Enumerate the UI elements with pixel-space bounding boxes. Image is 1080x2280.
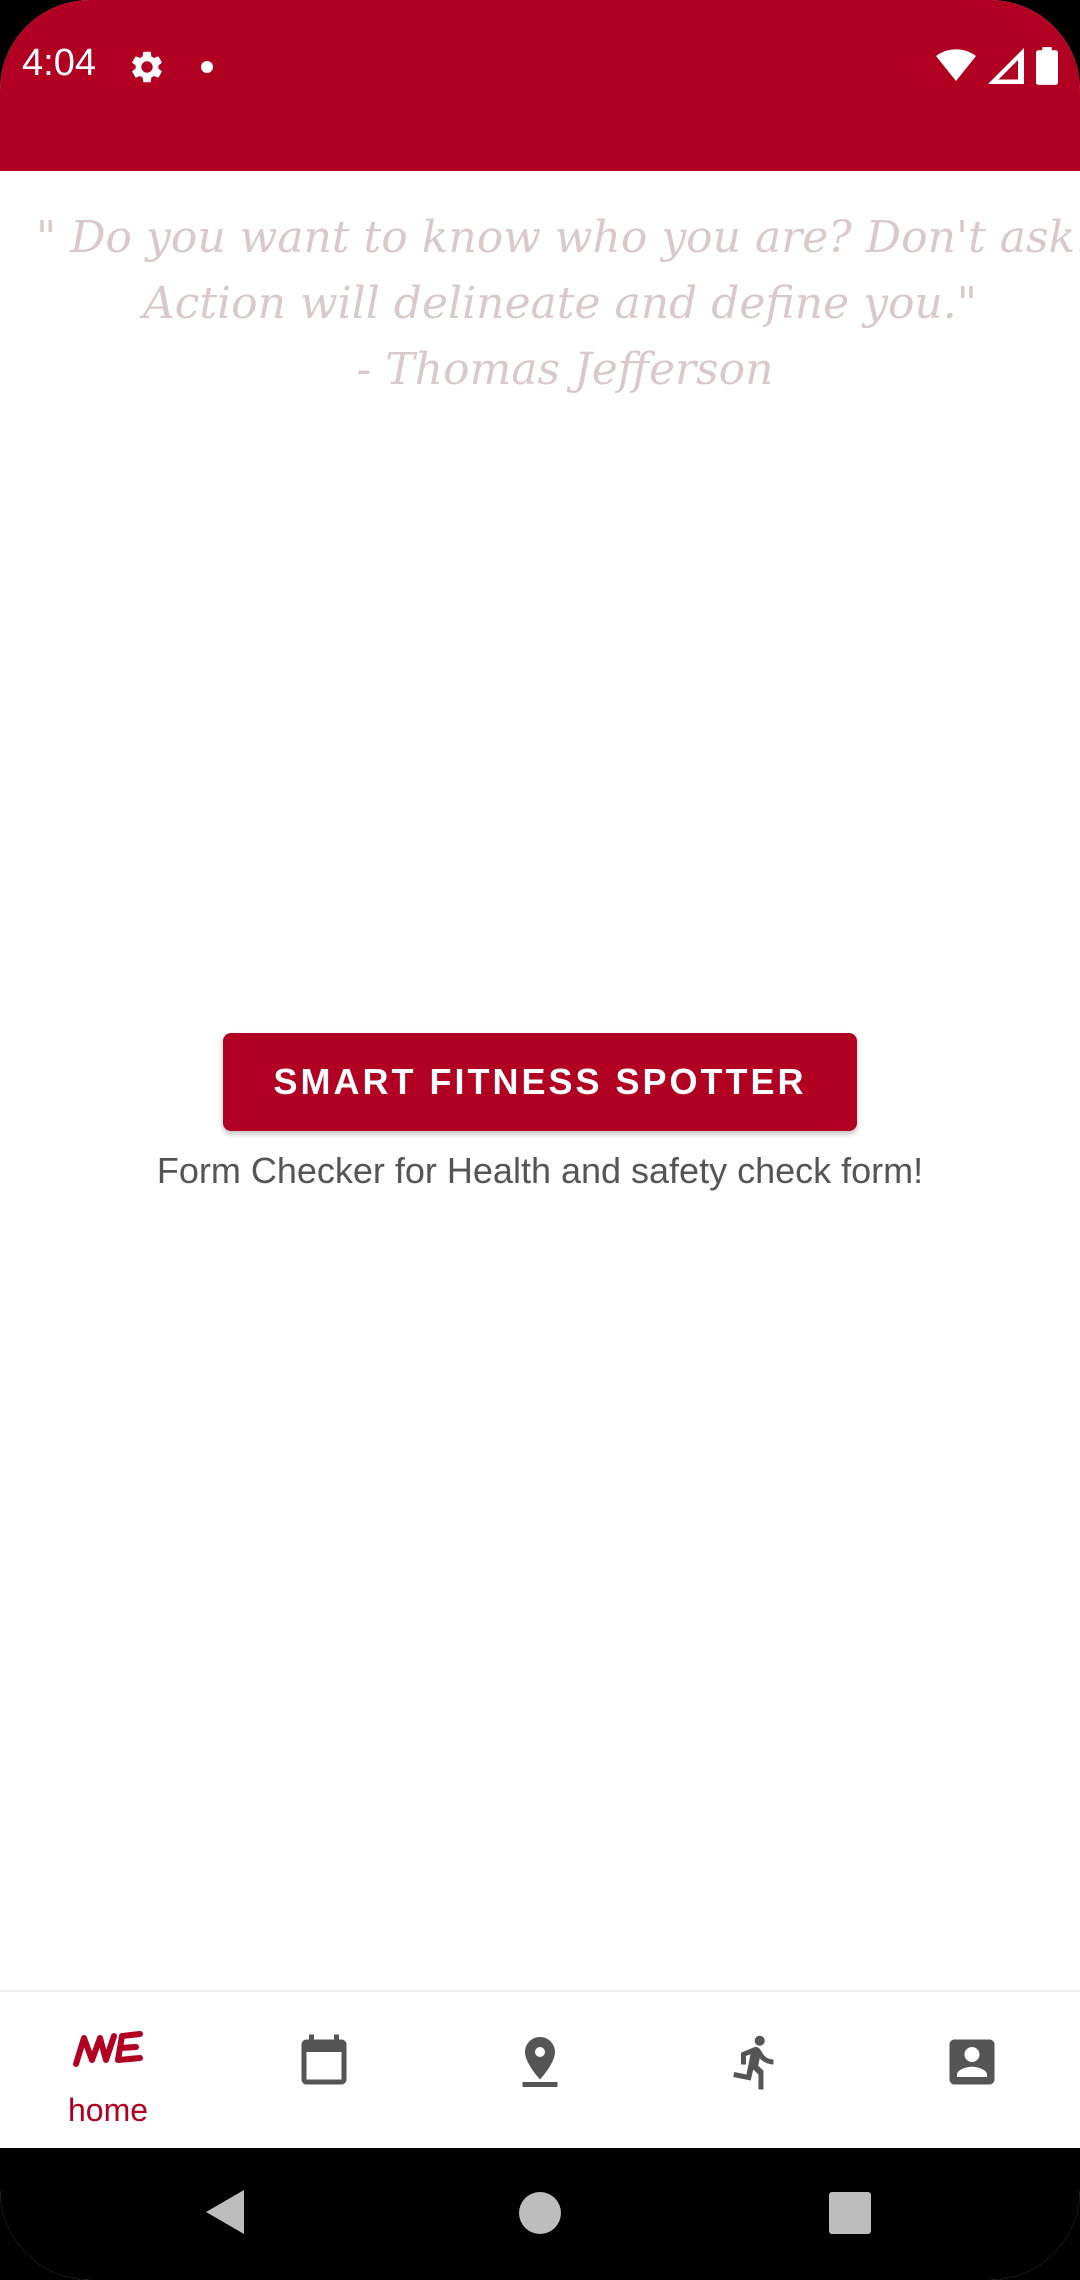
quote-line-2: Action will delineate and define you." [142,278,978,329]
nav-item-calendar[interactable] [216,1992,432,2150]
quote-author: - Thomas Jefferson [356,344,774,395]
running-person-icon [733,2035,774,2090]
gear-icon [132,51,162,83]
system-navigation-bar [0,2148,1080,2280]
signal-icon [988,48,1024,84]
recents-square-icon[interactable] [829,2192,871,2234]
app-top-bar: 4:04 [0,0,1080,171]
smart-fitness-spotter-button[interactable]: SMART FITNESS SPOTTER [223,1033,857,1131]
nav-item-workout[interactable] [648,1992,864,2150]
nav-item-home[interactable]: home [0,1992,216,2150]
motivational-quote: " Do you want to know who you are? Don't… [0,205,1080,405]
quote-line-1: " Do you want to know who you are? Don't… [36,212,1080,263]
nav-item-location[interactable] [432,1992,648,2150]
profile-icon [949,2039,995,2085]
battery-icon [1036,47,1058,85]
status-time: 4:04 [22,42,96,84]
location-pin-icon [522,2037,558,2087]
bottom-navigation: home [0,1990,1080,2150]
nav-item-profile[interactable] [864,1992,1080,2150]
phone-screen: 4:04 " Do you want to know who you are? … [0,0,1080,2280]
calendar-icon [301,2034,347,2085]
wifi-icon [936,49,976,81]
form-checker-description: Form Checker for Health and safety check… [156,1150,924,1191]
home-logo-icon [73,2031,143,2067]
notification-dot-icon [201,61,213,73]
back-icon[interactable] [204,2188,248,2236]
status-icons [936,46,1058,86]
home-circle-icon[interactable] [518,2191,562,2235]
nav-label-home: home [67,2092,149,2128]
